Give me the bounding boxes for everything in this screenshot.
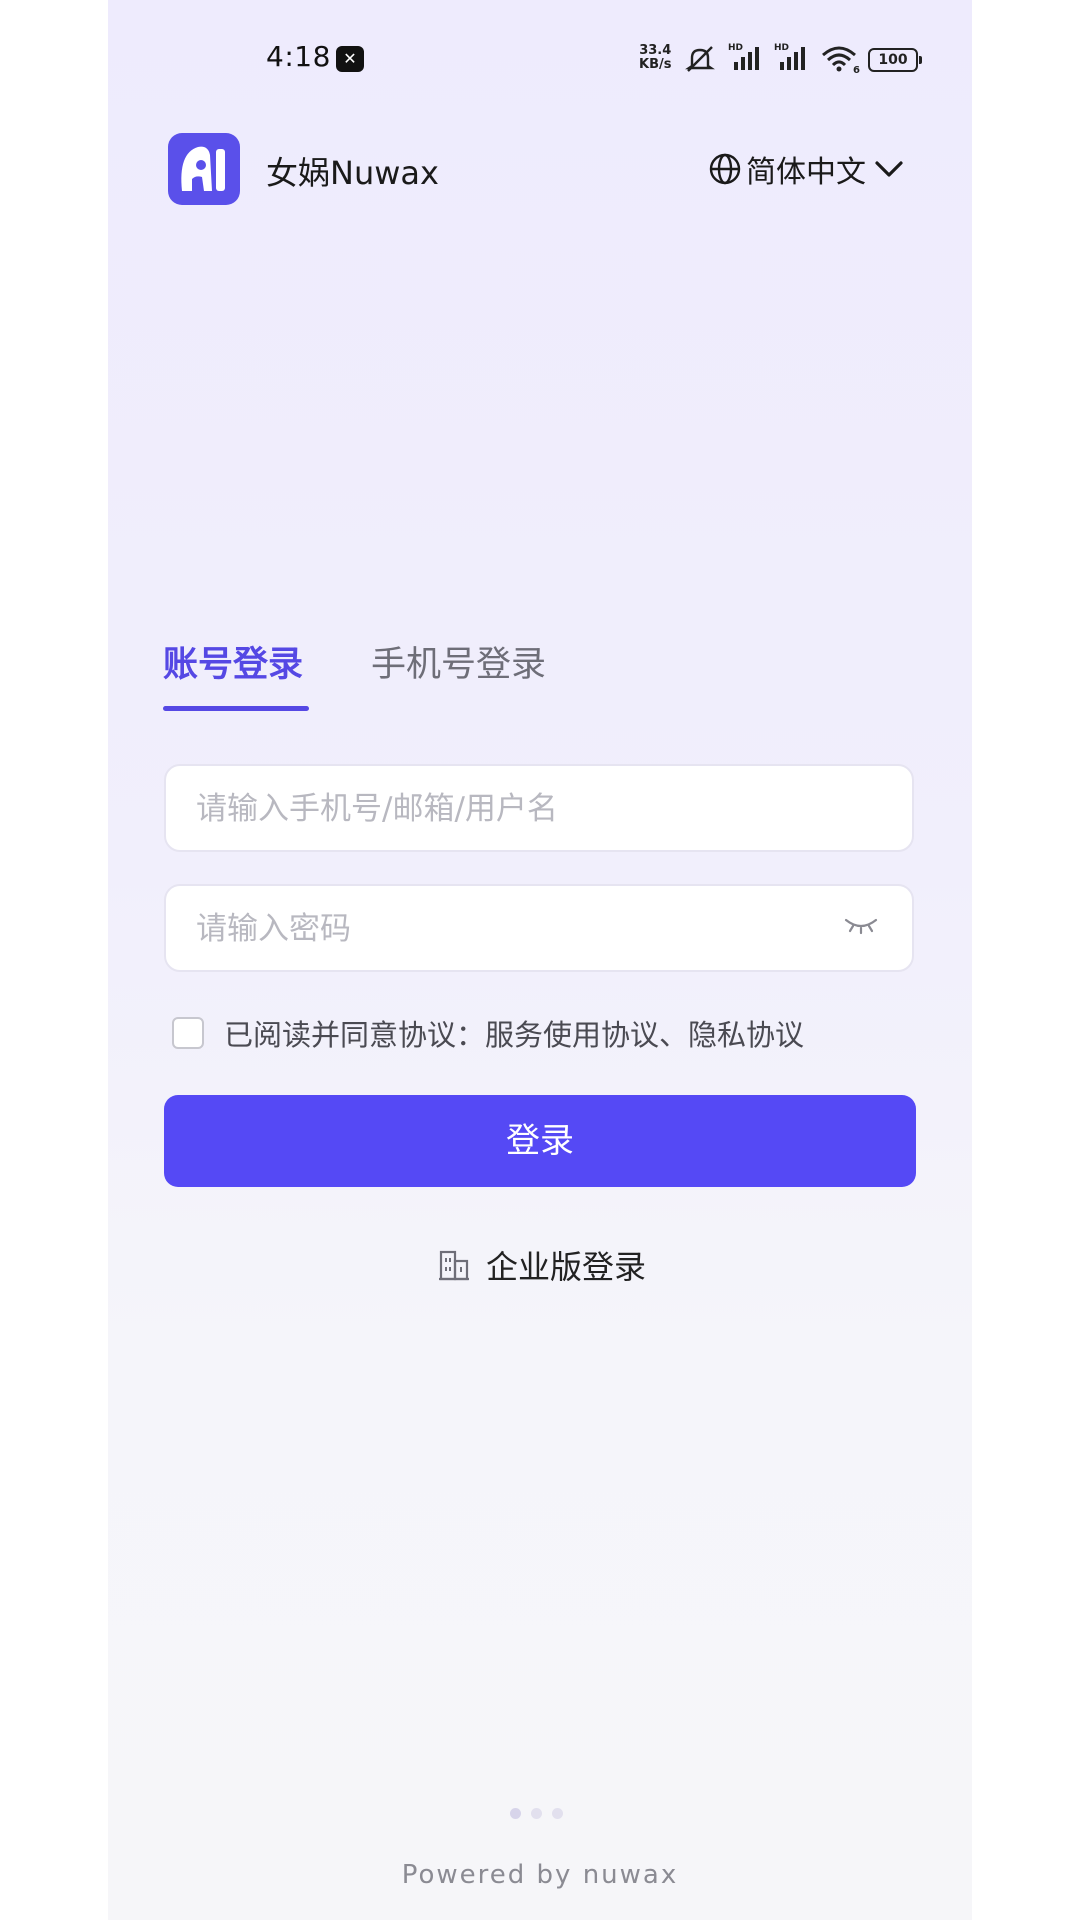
login-screen: 4:18 ✕ 33.4 KB/s HD HD 6 100 女娲Nuwax 简体中…	[108, 0, 972, 1920]
globe-icon	[709, 153, 741, 185]
signal-icon: HD	[774, 40, 814, 78]
powered-by-footer: Powered by nuwax	[401, 1860, 679, 1890]
page-dot	[552, 1808, 563, 1819]
battery-icon: 100	[868, 48, 922, 72]
enterprise-login-link[interactable]: 企业版登录	[438, 1242, 646, 1288]
wifi-badge: 6	[853, 65, 860, 74]
account-input[interactable]	[194, 766, 838, 852]
signal-1-label: HD	[728, 43, 743, 53]
password-field	[164, 884, 914, 972]
eye-closed-icon[interactable]	[844, 916, 878, 936]
agreement-checkbox[interactable]	[172, 1017, 204, 1049]
tab-account-login[interactable]: 账号登录	[163, 636, 303, 687]
language-label: 简体中文	[746, 155, 866, 190]
status-time: 4:18	[266, 40, 331, 73]
capcut-icon: ✕	[336, 46, 364, 72]
service-agreement-link[interactable]: 服务使用协议	[485, 1012, 659, 1054]
mute-icon	[685, 46, 715, 72]
page-dot	[510, 1808, 521, 1819]
signal-2-label: HD	[774, 43, 789, 53]
wifi-icon: 6	[820, 44, 862, 78]
app-logo-icon	[168, 133, 240, 205]
status-bar: 4:18 ✕ 33.4 KB/s HD HD 6 100	[108, 36, 972, 84]
page-indicator	[510, 1808, 563, 1819]
signal-icon: HD	[728, 40, 768, 78]
active-tab-indicator	[163, 706, 309, 711]
agreement-row: 已阅读并同意协议： 服务使用协议 、 隐私协议	[172, 1012, 804, 1054]
tab-phone-login[interactable]: 手机号登录	[371, 636, 546, 687]
network-speed: 33.4 KB/s	[639, 44, 671, 72]
chevron-down-icon	[875, 161, 903, 177]
agreement-prefix: 已阅读并同意协议：	[224, 1018, 486, 1052]
enterprise-login-label: 企业版登录	[486, 1248, 647, 1286]
page-dot	[531, 1808, 542, 1819]
login-button[interactable]: 登录	[164, 1095, 916, 1187]
building-icon	[439, 1250, 469, 1281]
app-name: 女娲Nuwax	[266, 154, 439, 192]
password-input[interactable]	[194, 886, 838, 972]
account-field	[164, 764, 914, 852]
agreement-separator: 、	[659, 1018, 689, 1052]
net-speed-unit: KB/s	[639, 57, 672, 72]
net-speed-value: 33.4	[639, 43, 672, 58]
privacy-agreement-link[interactable]: 隐私协议	[688, 1012, 804, 1054]
language-selector[interactable]: 简体中文	[708, 146, 906, 192]
